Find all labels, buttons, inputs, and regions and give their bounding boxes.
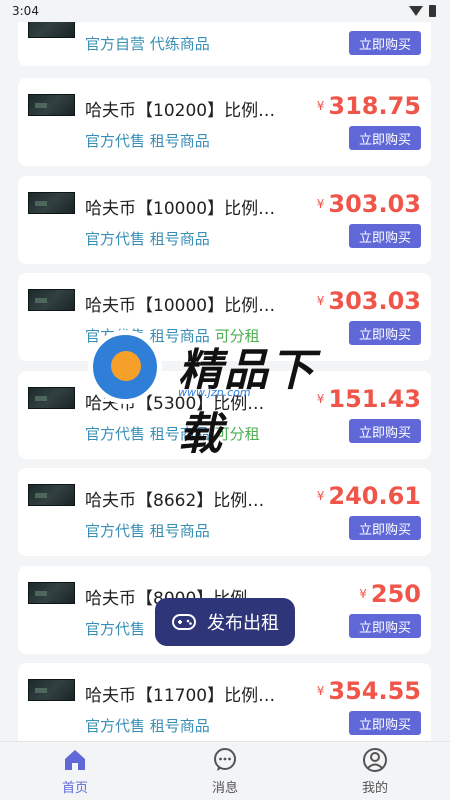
battery-icon: [429, 5, 436, 17]
tab-messages-label: 消息: [211, 780, 238, 796]
home-icon: [65, 749, 85, 770]
product-price: ¥240.61: [316, 482, 421, 510]
buy-now-button[interactable]: 立即购买: [349, 614, 421, 638]
tab-messages[interactable]: 消息: [175, 742, 275, 800]
buy-now-button[interactable]: 立即购买: [349, 224, 421, 248]
product-price: ¥303.03: [316, 190, 421, 218]
split-rent-tag: 可分租: [214, 327, 260, 345]
product-thumbnail: [28, 387, 75, 409]
product-thumbnail: [28, 484, 75, 506]
status-time: 3:04: [12, 4, 39, 18]
tab-home-label: 首页: [61, 780, 88, 796]
product-card[interactable]: 哈夫币【8662】比例… 官方代售 租号商品 ¥240.61 立即购买: [18, 468, 431, 556]
product-price: ¥354.55: [316, 677, 421, 705]
product-tags: 官方代售: [85, 620, 146, 638]
buy-now-button[interactable]: 立即购买: [349, 31, 421, 55]
product-card[interactable]: 哈夫币【10200】比例… 官方代售 租号商品 ¥318.75 立即购买: [18, 78, 431, 166]
product-price: ¥250: [359, 580, 421, 608]
tab-profile-label: 我的: [361, 780, 388, 796]
product-card[interactable]: 哈夫币【5300】比例… 官方代售 租号商品 可分租 ¥151.43 立即购买: [18, 371, 431, 459]
product-price: ¥318.75: [316, 92, 421, 120]
product-thumbnail: [28, 289, 75, 311]
product-tags: 官方代售 租号商品: [85, 522, 210, 540]
message-icon: [214, 747, 236, 771]
split-rent-tag: 可分租: [214, 425, 260, 443]
product-thumbnail: [28, 192, 75, 214]
product-card[interactable]: 哈夫币【10000】比例… 官方代售 租号商品 ¥303.03 立即购买: [18, 176, 431, 264]
buy-now-button[interactable]: 立即购买: [349, 126, 421, 150]
tab-profile[interactable]: 我的: [325, 742, 425, 800]
product-title: 哈夫币【10000】比例…: [85, 296, 276, 316]
product-thumbnail: [28, 94, 75, 116]
product-card[interactable]: 哈夫币【10000】比例… 官方代售 租号商品 可分租 ¥303.03 立即购买: [18, 273, 431, 361]
buy-now-button[interactable]: 立即购买: [349, 419, 421, 443]
tab-home[interactable]: 首页: [25, 742, 125, 800]
product-tags: 官方代售 租号商品: [85, 132, 210, 150]
product-title: 哈夫币【5300】比例…: [85, 394, 265, 414]
product-title: 哈夫币【8662】比例…: [85, 491, 265, 511]
product-card[interactable]: 哈夫币【11700】比例… 官方代售 租号商品 ¥354.55 立即购买: [18, 663, 431, 751]
product-tags: 官方代售 租号商品: [85, 717, 210, 735]
buy-now-button[interactable]: 立即购买: [349, 516, 421, 540]
product-price: ¥151.43: [316, 385, 421, 413]
product-thumbnail: [28, 582, 75, 604]
publish-rental-label: 发布出租: [207, 613, 279, 634]
product-tags: 官方代售 租号商品: [85, 230, 210, 248]
product-thumbnail: [28, 679, 75, 701]
bottom-tab-bar: 首页 消息 我的: [0, 741, 450, 800]
product-tags: 官方代售 租号商品 可分租: [85, 327, 260, 345]
product-title: 哈夫币【10000】比例…: [85, 199, 276, 219]
status-bar: 3:04: [0, 0, 450, 22]
buy-now-button[interactable]: 立即购买: [349, 321, 421, 345]
product-title: 哈夫币【10200】比例…: [85, 101, 276, 121]
product-tags: 官方代售 租号商品 可分租: [85, 425, 260, 443]
publish-rental-button[interactable]: 发布出租: [155, 598, 295, 646]
status-icons: [409, 5, 436, 17]
wifi-icon: [409, 6, 423, 16]
gamepad-icon: [172, 614, 196, 630]
buy-now-button[interactable]: 立即购买: [349, 711, 421, 735]
user-icon: [363, 747, 387, 772]
product-price: ¥303.03: [316, 287, 421, 315]
product-title: 哈夫币【11700】比例…: [85, 686, 276, 706]
product-tags: 官方自营 代练商品: [85, 35, 210, 53]
